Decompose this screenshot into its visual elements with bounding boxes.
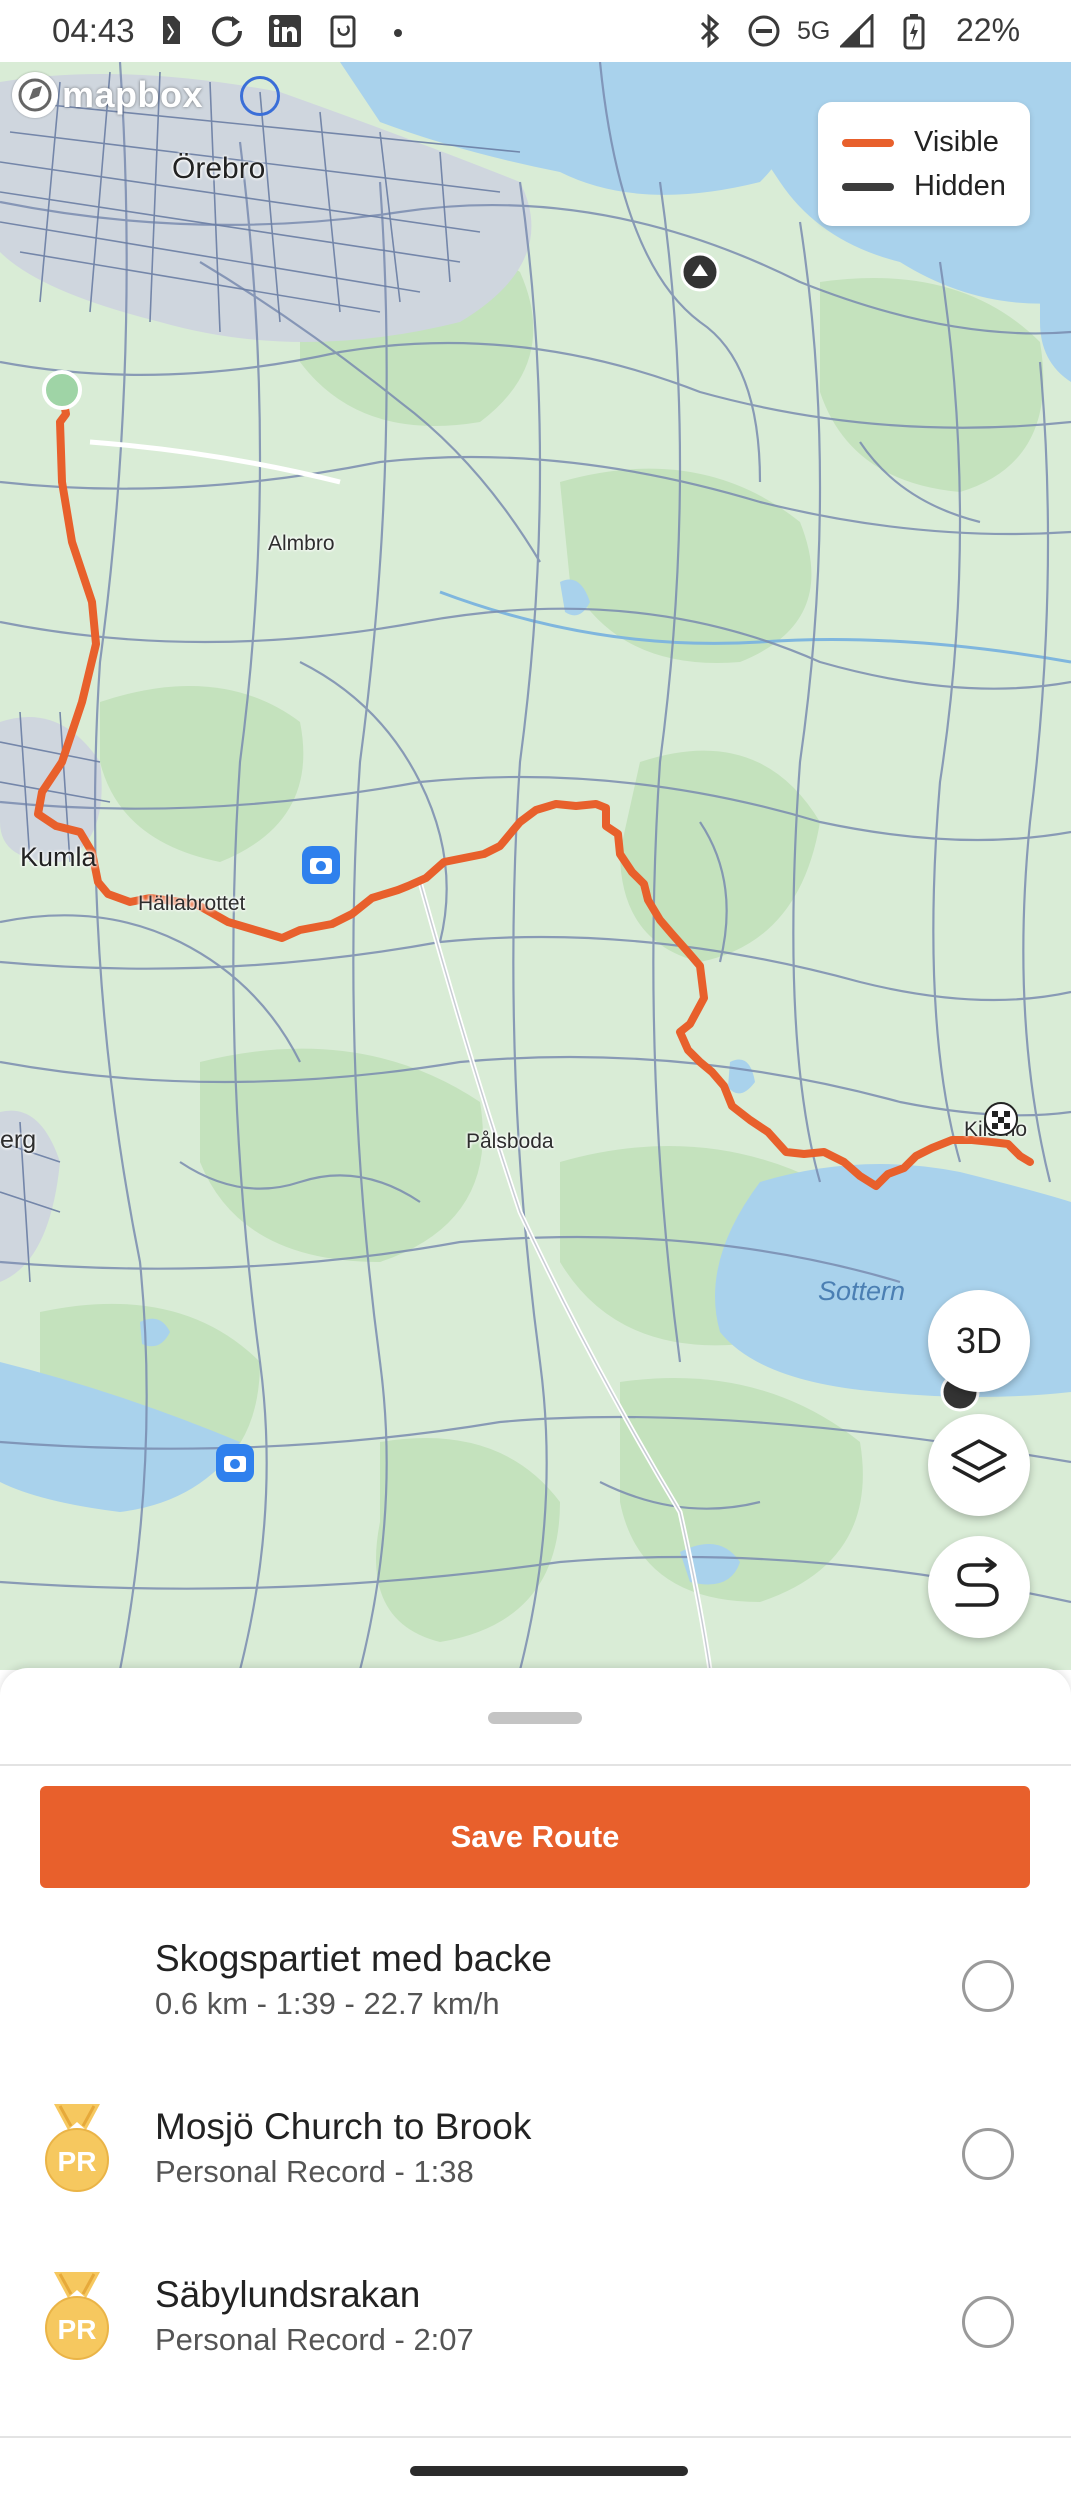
place-label-kumla: Kumla: [20, 842, 97, 872]
lake-label-sottern: Sottern: [818, 1276, 906, 1306]
segment-title: Skogspartiet med backe: [155, 1938, 552, 1979]
route-map[interactable]: mapbox Örebro Almbro Kumla Hällabrottet …: [0, 62, 1071, 1670]
photo-marker-icon[interactable]: [300, 844, 342, 891]
dot-icon: [393, 25, 403, 43]
segment-title: Säbylundsrakan: [155, 2274, 421, 2315]
pr-badge-label: PR: [58, 2146, 97, 2177]
clipboard-icon: [330, 14, 356, 53]
route-button[interactable]: [928, 1536, 1030, 1638]
route-legend: Visible Hidden: [818, 102, 1030, 226]
status-time: 04:43: [52, 12, 135, 49]
save-route-button[interactable]: Save Route: [40, 1786, 1030, 1888]
divider: [0, 1764, 1071, 1766]
battery-percent: 22%: [956, 12, 1021, 48]
place-label-erg: erg: [0, 1126, 37, 1154]
mapbox-logo-text: mapbox: [62, 74, 204, 115]
layers-icon: [949, 1435, 1009, 1496]
linkedin-icon: [268, 14, 302, 53]
status-bar: 04:43 5G 22%: [0, 0, 1071, 62]
signal-icon: [838, 12, 874, 53]
legend-swatch-visible: [842, 138, 894, 147]
segment-subtitle: Personal Record - 1:38: [155, 2154, 474, 2189]
sim-card-icon: [160, 14, 182, 51]
finish-flag-icon[interactable]: [984, 1102, 1018, 1141]
route-icon: [949, 1556, 1009, 1618]
3d-button[interactable]: 3D: [928, 1290, 1030, 1392]
place-label-almbro: Almbro: [268, 532, 335, 555]
3d-button-label: 3D: [955, 1320, 1003, 1361]
place-label-orebro: Örebro: [172, 152, 266, 185]
map-canvas: [0, 62, 1071, 1670]
segment-radio-button[interactable]: [962, 2128, 1014, 2180]
legend-item-hidden: Hidden: [818, 170, 1006, 203]
legend-swatch-hidden: [842, 182, 894, 191]
legend-item-visible: Visible: [818, 126, 999, 159]
gesture-nav-handle[interactable]: [410, 2466, 688, 2476]
bluetooth-icon: [698, 13, 722, 53]
segment-subtitle: Personal Record - 2:07: [155, 2322, 474, 2357]
poi-marker-icon[interactable]: [680, 252, 720, 297]
attribution-icon[interactable]: [240, 76, 280, 116]
segment-item[interactable]: PR Säbylundsrakan Personal Record - 2:07: [0, 2264, 1071, 2432]
network-type: 5G: [797, 17, 831, 45]
map-layers-button[interactable]: [928, 1414, 1030, 1516]
save-route-label: Save Route: [450, 1819, 620, 1854]
divider: [0, 2436, 1071, 2438]
sheet-drag-handle[interactable]: [488, 1712, 582, 1724]
place-label-hallabrottet: Hällabrottet: [138, 892, 246, 915]
legend-label-visible: Visible: [914, 126, 999, 158]
segment-item[interactable]: PR Mosjö Church to Brook Personal Record…: [0, 2096, 1071, 2264]
pr-medal-icon: PR: [40, 2102, 114, 2194]
segment-title: Mosjö Church to Brook: [155, 2106, 532, 2147]
sync-icon: [210, 14, 246, 53]
bottom-sheet: Save Route Skogspartiet med backe 0.6 km…: [0, 1668, 1071, 2500]
pr-medal-icon: PR: [40, 2270, 114, 2362]
mapbox-logo: mapbox: [12, 72, 203, 118]
photo-marker-icon[interactable]: [214, 1442, 256, 1489]
mapbox-logo-icon: [12, 72, 58, 118]
segment-radio-button[interactable]: [962, 1960, 1014, 2012]
place-label-palsboda: Pålsboda: [466, 1130, 554, 1153]
segment-subtitle: 0.6 km - 1:39 - 22.7 km/h: [155, 1986, 500, 2021]
pr-badge-label: PR: [58, 2314, 97, 2345]
route-start-marker: [42, 370, 82, 410]
legend-label-hidden: Hidden: [914, 170, 1006, 202]
do-not-disturb-icon: [747, 14, 781, 53]
segment-item[interactable]: Skogspartiet med backe 0.6 km - 1:39 - 2…: [0, 1928, 1071, 2096]
segment-radio-button[interactable]: [962, 2296, 1014, 2348]
battery-charging-icon: [903, 14, 925, 55]
